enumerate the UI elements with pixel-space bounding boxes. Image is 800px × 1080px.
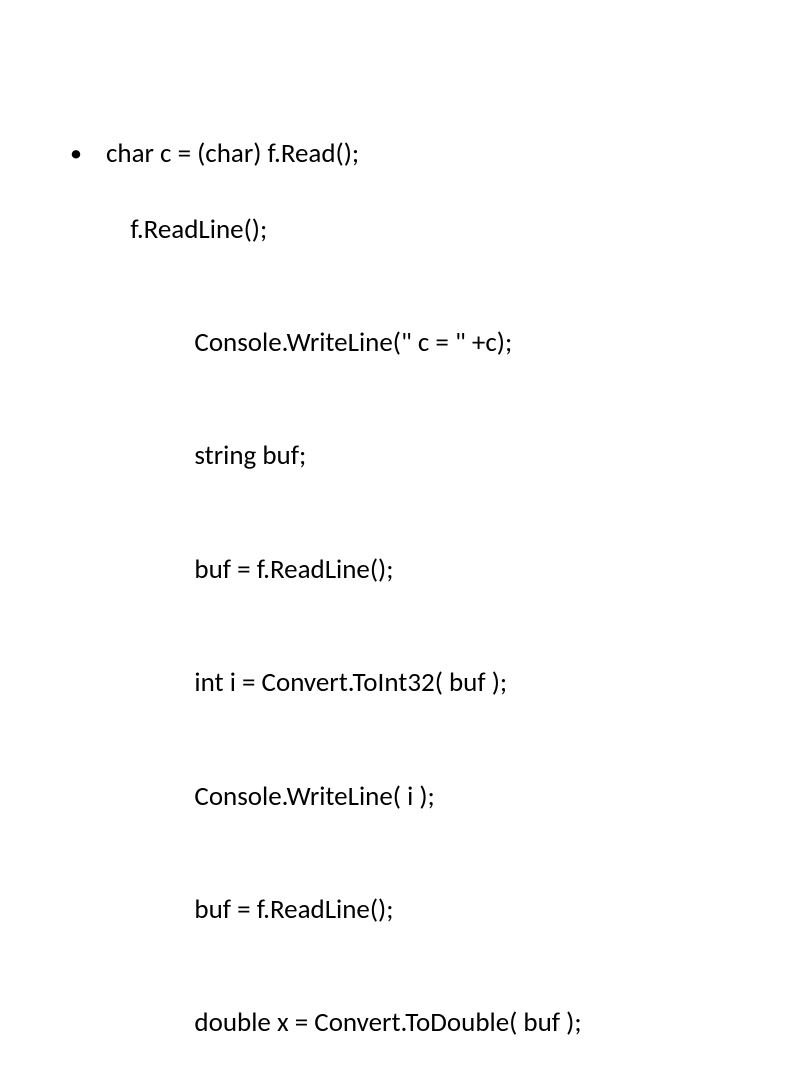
code-text: Console.WriteLine( i );: [194, 780, 434, 813]
code-line-6: int i = Convert.ToInt32( buf );: [70, 626, 760, 739]
code-text: Console.WriteLine(" c = " +c);: [194, 326, 512, 359]
bullet-icon: •: [70, 135, 106, 171]
code-text: string buf;: [194, 439, 306, 472]
code-line-4: string buf;: [70, 400, 760, 513]
code-text: double x = Convert.ToDouble( buf );: [194, 1006, 581, 1039]
slide-content: • char c = (char) f.Read(); f.ReadLine()…: [70, 135, 760, 1080]
code-line-7: Console.WriteLine( i );: [70, 740, 760, 853]
code-line-9: double x = Convert.ToDouble( buf );: [70, 967, 760, 1080]
code-line-1: • char c = (char) f.Read();: [70, 135, 760, 173]
code-line-5: buf = f.ReadLine();: [70, 513, 760, 626]
code-text: char c = (char) f.Read();: [106, 135, 760, 173]
code-line-2: f.ReadLine();: [70, 173, 760, 286]
code-line-3: Console.WriteLine(" c = " +c);: [70, 286, 760, 399]
code-text: int i = Convert.ToInt32( buf );: [194, 666, 507, 699]
code-text: f.ReadLine();: [130, 213, 267, 246]
code-line-8: buf = f.ReadLine();: [70, 853, 760, 966]
code-text: buf = f.ReadLine();: [194, 893, 393, 926]
code-text: buf = f.ReadLine();: [194, 553, 393, 586]
